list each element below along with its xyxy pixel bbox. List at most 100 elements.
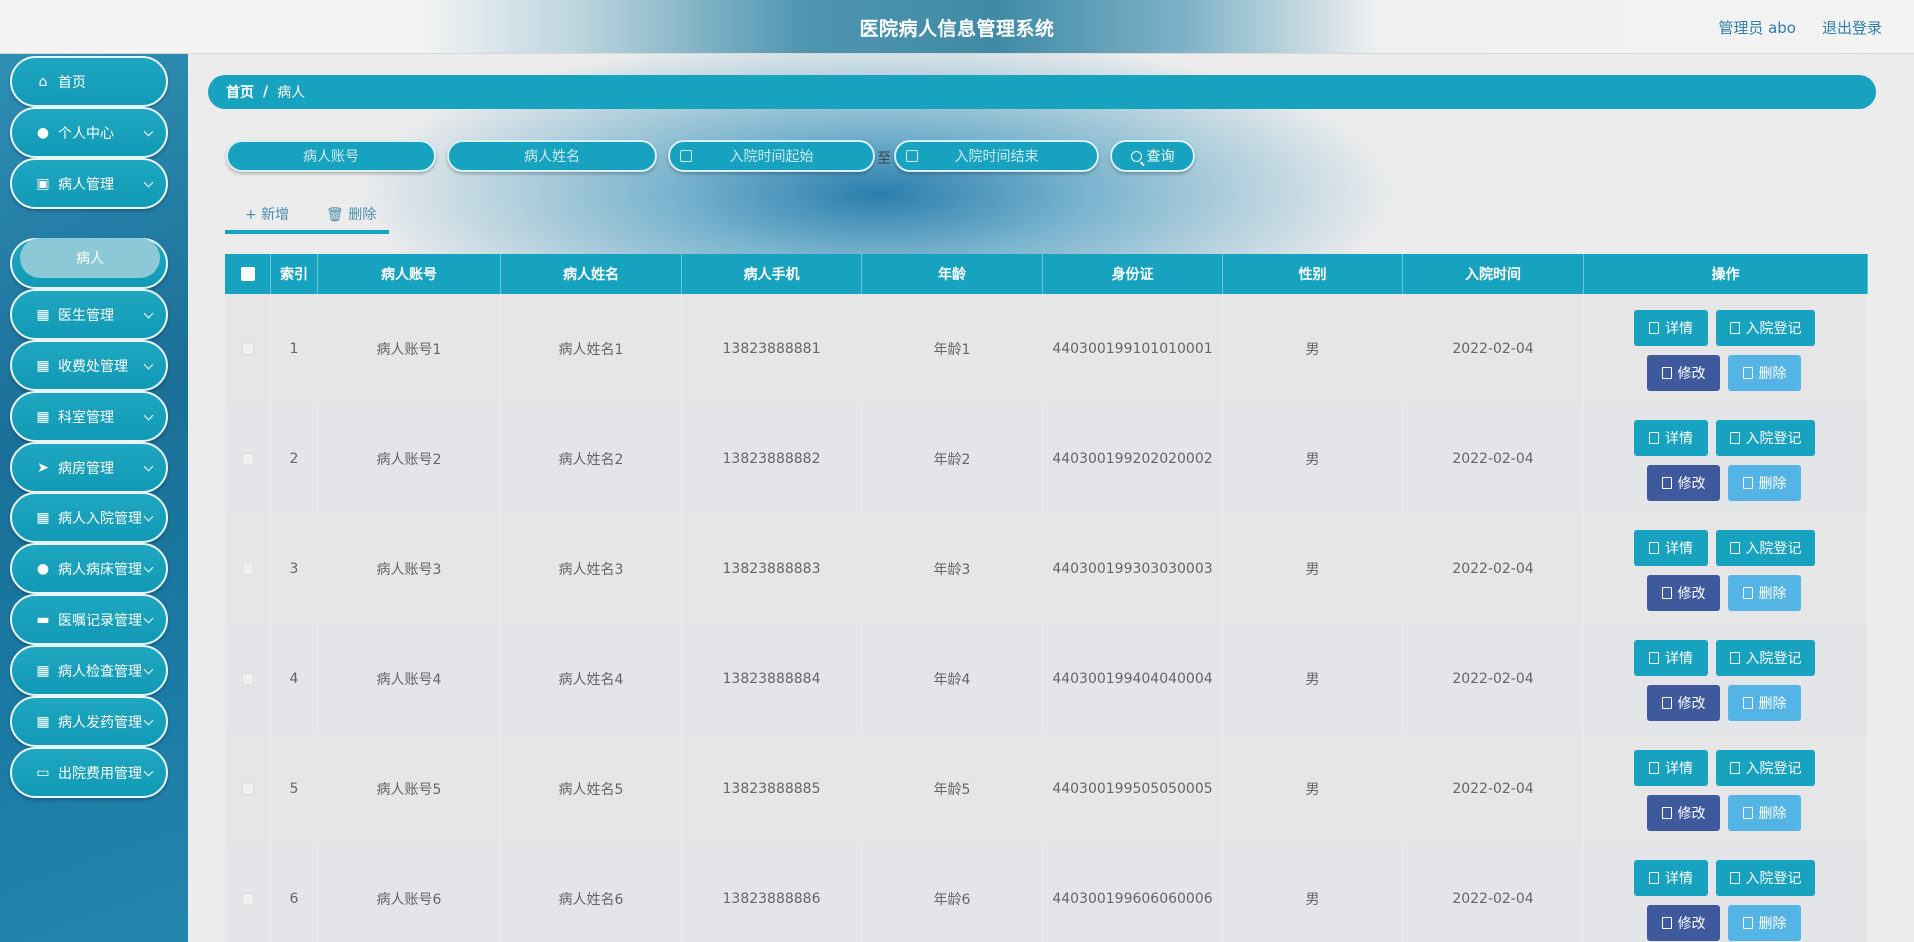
sidebar-item[interactable]: ▦ 病人发药管理 — [10, 696, 168, 747]
document-icon — [1649, 872, 1659, 884]
detail-button-label: 详情 — [1665, 761, 1693, 777]
query-button[interactable]: 查询 — [1110, 140, 1195, 172]
table-row: 3 病人账号3 病人姓名3 13823888883 年龄3 440300199303030… — [225, 514, 1868, 624]
add-button[interactable]: + 新增 — [245, 204, 289, 224]
delete-row-button[interactable]: 删除 — [1728, 795, 1801, 831]
select-all-checkbox[interactable] — [240, 267, 255, 281]
document-icon — [1729, 322, 1740, 334]
detail-button[interactable]: 详情 — [1634, 860, 1708, 896]
document-icon — [1649, 762, 1659, 774]
user-icon: ● — [36, 560, 50, 577]
sidebar-item[interactable]: ▦ 病人检查管理 — [10, 645, 168, 696]
sidebar-item[interactable]: ⌂ 首页 — [10, 56, 168, 107]
grid-icon: ▦ — [36, 306, 50, 323]
sidebar-item[interactable]: ▦ 病人入院管理 — [10, 492, 168, 543]
pencil-icon — [1661, 367, 1672, 379]
search-icon — [1130, 150, 1142, 162]
row-select-cell — [225, 844, 271, 942]
delete-batch-button[interactable]: 🗑 删除 — [326, 204, 376, 224]
cell-actions: 详情 入院登记修改 删除 — [1584, 404, 1868, 513]
admission-register-button[interactable]: 入院登记 — [1716, 640, 1815, 676]
detail-button[interactable]: 详情 — [1634, 530, 1708, 566]
user-icon: ● — [36, 124, 50, 141]
sidebar-item[interactable]: ▦ 医生管理 — [10, 289, 168, 340]
account-search-input[interactable]: 病人账号 — [226, 140, 436, 172]
document-icon — [1649, 652, 1659, 664]
grid-icon: ▦ — [36, 357, 50, 374]
row-select-cell — [225, 294, 271, 403]
edit-button[interactable]: 修改 — [1647, 355, 1720, 391]
table-row: 2 病人账号2 病人姓名2 13823888882 年龄2 440300199202020… — [225, 404, 1868, 514]
row-checkbox[interactable] — [241, 562, 254, 575]
row-checkbox[interactable] — [241, 342, 254, 355]
sidebar-item[interactable]: ▦ 科室管理 — [10, 391, 168, 442]
column-header: 身份证 — [1043, 254, 1223, 294]
name-search-input[interactable]: 病人姓名 — [447, 140, 657, 172]
admission-register-button[interactable]: 入院登记 — [1716, 860, 1815, 896]
date-start-input[interactable]: 入院时间起始 — [668, 140, 875, 172]
delete-row-button[interactable]: 删除 — [1728, 905, 1801, 941]
apps-icon: ▦ — [36, 408, 50, 425]
detail-button[interactable]: 详情 — [1634, 420, 1708, 456]
edit-button-label: 修改 — [1677, 806, 1706, 822]
edit-button-label: 修改 — [1677, 476, 1706, 492]
cell-name: 病人姓名6 — [501, 844, 682, 942]
column-header: 入院时间 — [1403, 254, 1584, 294]
cell-age: 年龄4 — [862, 624, 1043, 733]
admission-register-button-label: 入院登记 — [1745, 431, 1802, 447]
sidebar-item[interactable]: ▦ 收费处管理 — [10, 340, 168, 391]
sidebar-item[interactable]: ➤ 病房管理 — [10, 442, 168, 493]
sidebar-item[interactable]: ▣ 病人管理 — [10, 158, 168, 209]
admission-register-button[interactable]: 入院登记 — [1716, 530, 1815, 566]
sidebar-item[interactable]: ● 个人中心 — [10, 107, 168, 158]
cell-actions: 详情 入院登记修改 删除 — [1584, 624, 1868, 733]
admission-register-button-label: 入院登记 — [1745, 871, 1802, 887]
pencil-icon — [1661, 477, 1672, 489]
cell-age: 年龄2 — [862, 404, 1043, 513]
document-icon — [1729, 432, 1740, 444]
detail-button[interactable]: 详情 — [1634, 750, 1708, 786]
edit-button[interactable]: 修改 — [1647, 795, 1720, 831]
admission-register-button[interactable]: 入院登记 — [1716, 310, 1815, 346]
sidebar-item[interactable]: ▬ 医嘱记录管理 — [10, 594, 168, 645]
grid-icon: ▦ — [36, 509, 50, 526]
edit-button-label: 修改 — [1677, 366, 1706, 382]
cell-name: 病人姓名4 — [501, 624, 682, 733]
admission-register-button[interactable]: 入院登记 — [1716, 420, 1815, 456]
row-checkbox[interactable] — [241, 782, 254, 795]
sidebar-item[interactable]: ● 病人病床管理 — [10, 543, 168, 594]
edit-button-label: 修改 — [1677, 586, 1706, 602]
account-placeholder: 病人账号 — [303, 149, 359, 165]
cell-index: 3 — [271, 514, 318, 623]
edit-button[interactable]: 修改 — [1647, 575, 1720, 611]
breadcrumb-home[interactable]: 首页 — [226, 82, 254, 102]
trash-icon — [1742, 697, 1753, 709]
sidebar-subitem-patient[interactable]: 病人 — [20, 238, 160, 278]
admission-register-button[interactable]: 入院登记 — [1716, 750, 1815, 786]
trash-icon — [1742, 477, 1753, 489]
edit-button[interactable]: 修改 — [1647, 905, 1720, 941]
delete-row-button[interactable]: 删除 — [1728, 685, 1801, 721]
delete-row-button-label: 删除 — [1758, 586, 1787, 602]
date-end-input[interactable]: 入院时间结束 — [894, 140, 1099, 172]
table-row: 5 病人账号5 病人姓名5 13823888885 年龄5 440300199505050… — [225, 734, 1868, 844]
detail-button[interactable]: 详情 — [1634, 310, 1708, 346]
delete-row-button[interactable]: 删除 — [1728, 355, 1801, 391]
admission-register-button-label: 入院登记 — [1745, 321, 1802, 337]
row-checkbox[interactable] — [241, 452, 254, 465]
row-checkbox[interactable] — [241, 892, 254, 905]
detail-button-label: 详情 — [1665, 321, 1693, 337]
edit-button[interactable]: 修改 — [1647, 685, 1720, 721]
patient-table: 索引 病人账号 病人姓名 病人手机 年龄 身份证 性别 入院时间 操作 1 病人账号1 病人姓名1 1… — [225, 254, 1868, 942]
logout-link[interactable]: 退出登录 — [1822, 17, 1882, 38]
delete-row-button[interactable]: 删除 — [1728, 575, 1801, 611]
delete-row-button[interactable]: 删除 — [1728, 465, 1801, 501]
edit-button[interactable]: 修改 — [1647, 465, 1720, 501]
column-header: 操作 — [1584, 254, 1868, 294]
sidebar-item[interactable]: ▭ 出院费用管理 — [10, 747, 168, 798]
detail-button[interactable]: 详情 — [1634, 640, 1708, 676]
query-label: 查询 — [1146, 149, 1175, 165]
row-checkbox[interactable] — [241, 672, 254, 685]
cell-gender: 男 — [1223, 844, 1403, 942]
cell-id-card: 440300199101010001 — [1043, 294, 1223, 403]
